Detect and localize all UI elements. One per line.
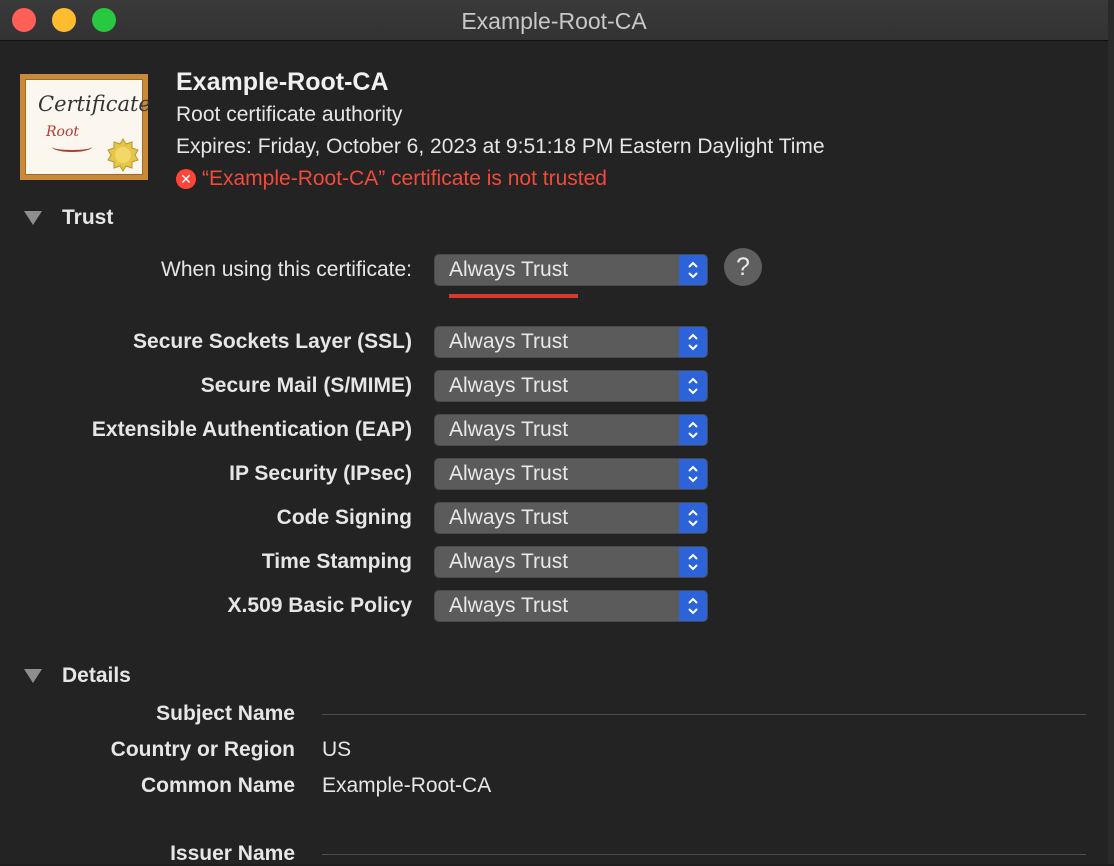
popup-value: Always Trust	[449, 330, 569, 353]
trust-section-title[interactable]: Trust	[62, 206, 113, 230]
certificate-swirl	[52, 142, 92, 152]
popup-value: Always Trust	[449, 506, 569, 529]
certificate-window: Example-Root-CA Certificate Root Example…	[0, 0, 1109, 865]
chevron-updown-icon	[679, 415, 707, 445]
help-button[interactable]: ?	[724, 248, 762, 286]
popup-value: Always Trust	[449, 594, 569, 617]
chevron-updown-icon	[679, 459, 707, 489]
chevron-updown-icon	[679, 327, 707, 357]
issuer-name-label: Issuer Name	[170, 842, 295, 865]
trust-warning-text: “Example-Root-CA” certificate is not tru…	[202, 167, 607, 190]
popup-value: Always Trust	[449, 418, 569, 441]
popup-value: Always Trust	[449, 462, 569, 485]
details-section-title[interactable]: Details	[62, 664, 131, 688]
chevron-updown-icon	[679, 503, 707, 533]
certificate-seal-icon	[107, 138, 139, 172]
policy-popup-smime[interactable]: Always Trust	[434, 370, 708, 402]
certificate-name: Example-Root-CA	[176, 68, 389, 96]
title-bar: Example-Root-CA	[0, 0, 1108, 41]
issuer-name-divider	[322, 854, 1086, 855]
policy-popup-eap[interactable]: Always Trust	[434, 414, 708, 446]
chevron-updown-icon	[679, 371, 707, 401]
when-using-label: When using this certificate:	[161, 258, 412, 281]
popup-value: Always Trust	[449, 258, 569, 281]
country-value: US	[322, 738, 352, 761]
certificate-icon-word: Certificate	[38, 92, 151, 116]
window-title: Example-Root-CA	[461, 8, 647, 34]
trust-warning: ✕ “Example-Root-CA” certificate is not t…	[176, 167, 607, 191]
when-using-popup[interactable]: Always Trust	[434, 254, 708, 286]
policy-label-time-stamping: Time Stamping	[261, 550, 412, 573]
certificate-expiry: Expires: Friday, October 6, 2023 at 9:51…	[176, 135, 825, 158]
chevron-updown-icon	[679, 591, 707, 621]
common-name-label: Common Name	[140, 774, 295, 797]
country-label: Country or Region	[110, 738, 295, 761]
certificate-kind: Root certificate authority	[176, 103, 403, 126]
chevron-updown-icon	[679, 255, 707, 285]
subject-name-label: Subject Name	[156, 702, 295, 725]
policy-label-smime: Secure Mail (S/MIME)	[200, 374, 412, 397]
trust-disclosure-triangle-icon[interactable]	[24, 211, 42, 225]
policy-label-eap: Extensible Authentication (EAP)	[91, 418, 412, 441]
subject-name-divider	[322, 714, 1086, 715]
chevron-updown-icon	[679, 547, 707, 577]
common-name-value: Example-Root-CA	[322, 774, 492, 797]
policy-label-x509: X.509 Basic Policy	[227, 594, 412, 617]
policy-popup-code-signing[interactable]: Always Trust	[434, 502, 708, 534]
policy-popup-x509[interactable]: Always Trust	[434, 590, 708, 622]
policy-label-code-signing: Code Signing	[276, 506, 412, 529]
annotation-underline	[449, 294, 578, 298]
error-icon: ✕	[176, 169, 196, 189]
policy-popup-ssl[interactable]: Always Trust	[434, 326, 708, 358]
background-window-edge	[1108, 0, 1114, 864]
popup-value: Always Trust	[449, 550, 569, 573]
certificate-icon: Certificate Root	[20, 74, 151, 180]
policy-label-ipsec: IP Security (IPsec)	[229, 462, 412, 485]
policy-popup-time-stamping[interactable]: Always Trust	[434, 546, 708, 578]
details-disclosure-triangle-icon[interactable]	[24, 669, 42, 683]
certificate-icon-sub: Root	[46, 124, 80, 140]
policy-label-ssl: Secure Sockets Layer (SSL)	[133, 330, 412, 353]
popup-value: Always Trust	[449, 374, 569, 397]
policy-popup-ipsec[interactable]: Always Trust	[434, 458, 708, 490]
